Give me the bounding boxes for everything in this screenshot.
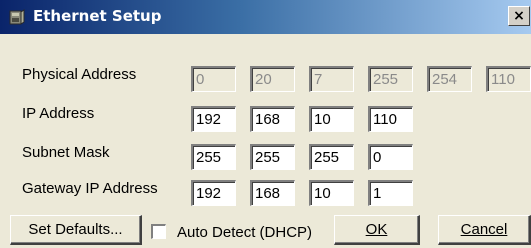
- physical-address-octet-6: 110: [486, 66, 531, 92]
- cancel-button[interactable]: Cancel: [438, 215, 531, 245]
- physical-address-label: Physical Address: [22, 66, 137, 83]
- gateway-ip-octet-3[interactable]: 10: [309, 180, 354, 206]
- close-icon: ×: [513, 8, 525, 24]
- gateway-ip-octet-2[interactable]: 168: [250, 180, 295, 206]
- physical-address-octet-5: 254: [427, 66, 472, 92]
- subnet-mask-octet-1[interactable]: 255: [191, 144, 236, 170]
- subnet-mask-octet-3[interactable]: 255: [309, 144, 354, 170]
- ethernet-setup-dialog: Ethernet Setup × Physical Address 0 20 7…: [0, 0, 531, 248]
- ip-address-label: IP Address: [22, 105, 95, 122]
- ip-address-octet-3[interactable]: 10: [309, 106, 354, 132]
- title-bar[interactable]: Ethernet Setup ×: [0, 0, 531, 34]
- ip-address-octet-4[interactable]: 110: [368, 106, 413, 132]
- ethernet-setup-icon: [8, 8, 26, 26]
- ok-button[interactable]: OK: [334, 215, 420, 245]
- set-defaults-label: Set Defaults...: [28, 221, 123, 238]
- ip-address-octet-1[interactable]: 192: [191, 106, 236, 132]
- gateway-ip-address-label: Gateway IP Address: [22, 180, 158, 197]
- subnet-mask-octet-2[interactable]: 255: [250, 144, 295, 170]
- physical-address-octet-3: 7: [309, 66, 354, 92]
- subnet-mask-label: Subnet Mask: [22, 144, 110, 161]
- set-defaults-button[interactable]: Set Defaults...: [10, 215, 142, 245]
- close-button[interactable]: ×: [508, 6, 530, 26]
- physical-address-octet-1: 0: [191, 66, 236, 92]
- auto-detect-checkbox[interactable]: [151, 224, 166, 239]
- window-title: Ethernet Setup: [33, 7, 162, 25]
- physical-address-octet-2: 20: [250, 66, 295, 92]
- auto-detect-label[interactable]: Auto Detect (DHCP): [177, 224, 312, 241]
- ip-address-octet-2[interactable]: 168: [250, 106, 295, 132]
- subnet-mask-octet-4[interactable]: 0: [368, 144, 413, 170]
- cancel-label: Cancel: [460, 221, 508, 238]
- physical-address-octet-4: 255: [368, 66, 413, 92]
- ok-label: OK: [365, 221, 388, 238]
- gateway-ip-octet-1[interactable]: 192: [191, 180, 236, 206]
- gateway-ip-octet-4[interactable]: 1: [368, 180, 413, 206]
